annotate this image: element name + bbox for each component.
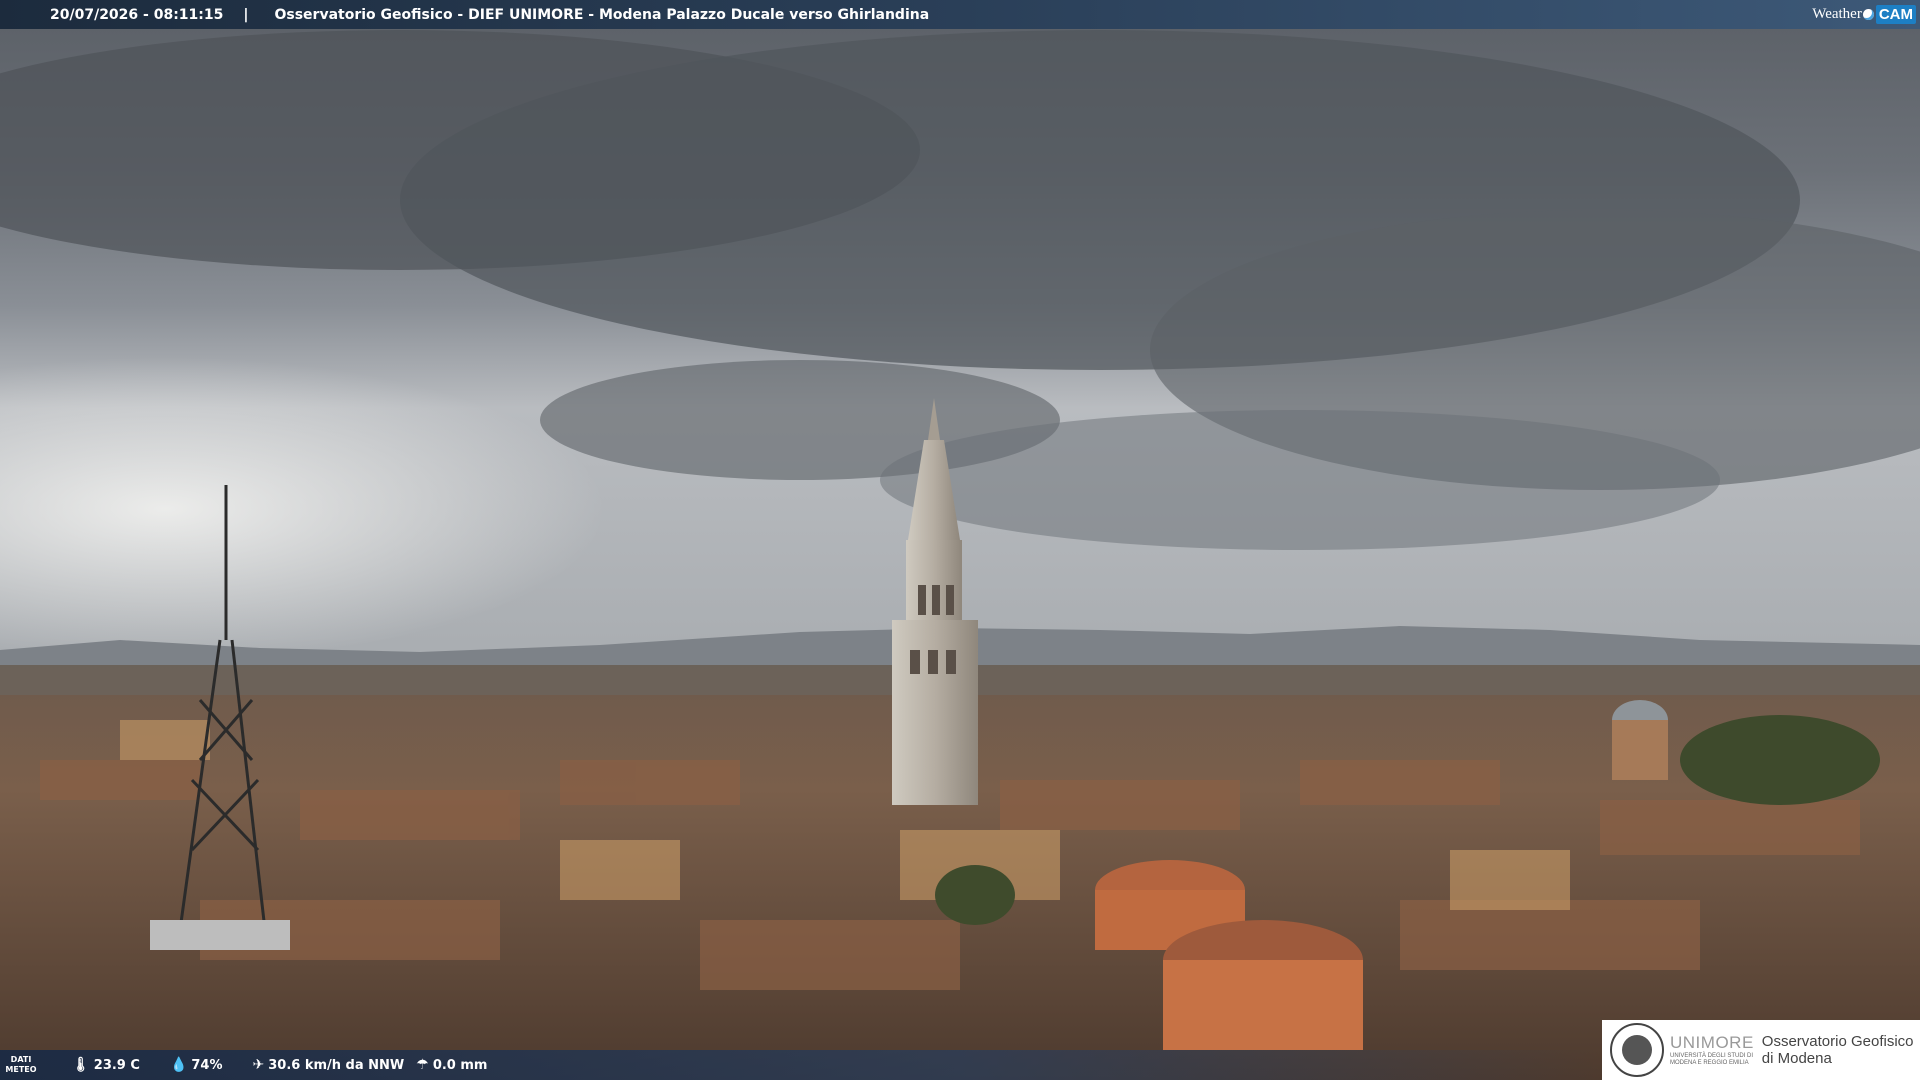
- unimore-logo-box: UNIMORE UNIVERSITÀ DEGLI STUDI DI MODENA…: [1602, 1020, 1920, 1080]
- university-seal-icon: [1610, 1023, 1664, 1077]
- header-bar: 20/07/2026 - 08:11:15 | Osservatorio Geo…: [0, 0, 1920, 29]
- unimore-subtitle-2: MODENA E REGGIO EMILIA: [1670, 1060, 1749, 1066]
- wind-icon: ✈: [252, 1057, 265, 1073]
- droplet-icon: 💧: [169, 1057, 188, 1073]
- humidity-reading: 💧 74%: [170, 1057, 223, 1073]
- osservatorio-line2: di Modena: [1761, 1050, 1832, 1067]
- rain-reading: ☂ 0.0 mm: [416, 1057, 487, 1073]
- webcam-image: [0, 0, 1920, 1080]
- logo-cam-text: CAM: [1875, 5, 1916, 24]
- rain-icon: ☂: [416, 1057, 429, 1073]
- timestamp: 20/07/2026 - 08:11:15: [50, 6, 224, 23]
- osservatorio-line1: Osservatorio Geofisico: [1761, 1033, 1914, 1050]
- humidity-value: 74%: [191, 1057, 223, 1073]
- rain-value: 0.0 mm: [432, 1057, 488, 1073]
- wind-reading: ✈ 30.6 km/h da NNW: [253, 1057, 405, 1073]
- wind-value: 30.6 km/h da NNW: [268, 1057, 405, 1073]
- weather-data-bar: DATI METEO 🌡 23.9 C 💧 74% ✈ 30.6 km/h da…: [0, 1050, 1600, 1080]
- unimore-text: UNIMORE: [1670, 1033, 1754, 1052]
- osservatorio-name: Osservatorio Geofisico di Modena: [1762, 1033, 1914, 1067]
- unimore-wordmark: UNIMORE UNIVERSITÀ DEGLI STUDI DI MODENA…: [1670, 1033, 1754, 1067]
- weathercam-logo: Weather CAM: [1812, 0, 1920, 29]
- temperature-value: 23.9 C: [93, 1057, 140, 1073]
- dati-label-line1: DATI: [10, 1055, 32, 1064]
- dati-meteo-label: DATI METEO: [0, 1055, 42, 1075]
- thermometer-icon: 🌡: [72, 1057, 90, 1073]
- logo-weather-text: Weather: [1812, 6, 1862, 22]
- temperature-reading: 🌡 23.9 C: [72, 1057, 140, 1073]
- header-separator: |: [243, 6, 249, 23]
- webcam-frame: 20/07/2026 - 08:11:15 | Osservatorio Geo…: [0, 0, 1920, 1080]
- logo-dot-icon: [1862, 9, 1874, 20]
- dati-label-line2: METEO: [5, 1065, 37, 1074]
- camera-title: Osservatorio Geofisico - DIEF UNIMORE - …: [274, 6, 930, 23]
- unimore-subtitle-1: UNIVERSITÀ DEGLI STUDI DI: [1670, 1053, 1754, 1059]
